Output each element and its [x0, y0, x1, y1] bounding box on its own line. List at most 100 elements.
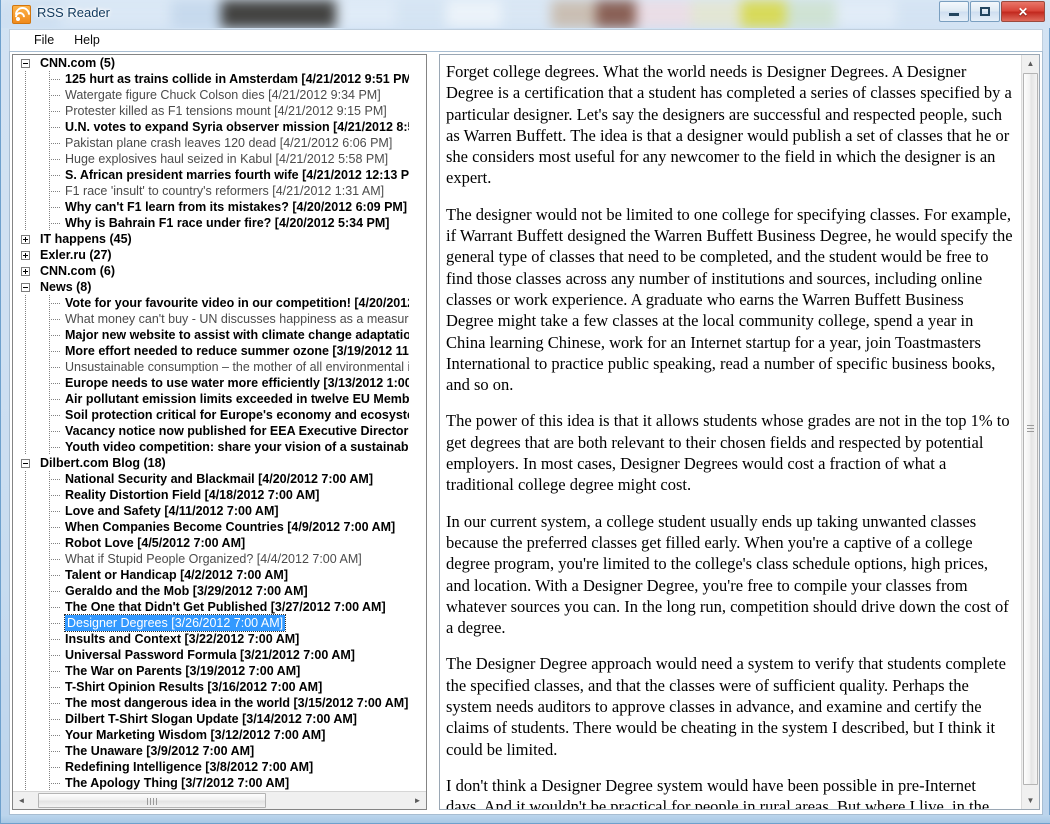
article-vscroll-thumb[interactable]: [1023, 73, 1038, 785]
expand-icon[interactable]: [21, 267, 30, 276]
collapse-icon[interactable]: [21, 59, 30, 68]
feed-item-row[interactable]: Dilbert T-Shirt Slogan Update [3/14/2012…: [13, 711, 409, 727]
tree-elbow-line: [49, 623, 60, 624]
menu-item-help[interactable]: Help: [64, 30, 110, 50]
tree-elbow-line: [49, 559, 60, 560]
feed-group-row[interactable]: News (8): [13, 279, 409, 295]
feed-item-list: 125 hurt as trains collide in Amsterdam …: [13, 71, 409, 231]
feed-item-row[interactable]: Europe needs to use water more efficient…: [13, 375, 409, 391]
tree-horizontal-scrollbar[interactable]: ◄ ►: [13, 791, 426, 809]
feed-item-list: National Security and Blackmail [4/20/20…: [13, 471, 409, 791]
feed-item-row[interactable]: What if Stupid People Organized? [4/4/20…: [13, 551, 409, 567]
tree-elbow-line: [49, 79, 60, 80]
menu-item-file[interactable]: File: [24, 30, 64, 50]
title-bar: RSS Reader ✕: [1, 0, 1050, 28]
tree-elbow-line: [49, 591, 60, 592]
feed-item-row[interactable]: Why can't F1 learn from its mistakes? [4…: [13, 199, 409, 215]
feed-item-row[interactable]: Talent or Handicap [4/2/2012 7:00 AM]: [13, 567, 409, 583]
close-button[interactable]: ✕: [1001, 1, 1045, 22]
tree-elbow-line: [49, 303, 60, 304]
feed-item-row[interactable]: What money can't buy - UN discusses happ…: [13, 311, 409, 327]
tree-hscroll-thumb[interactable]: [38, 793, 266, 808]
feed-item-title: U.N. votes to expand Syria observer miss…: [65, 120, 409, 134]
feed-group-row[interactable]: IT happens (45): [13, 231, 409, 247]
scroll-up-icon[interactable]: ▲: [1022, 55, 1039, 72]
expand-icon[interactable]: [21, 251, 30, 260]
feed-item-row[interactable]: Robot Love [4/5/2012 7:00 AM]: [13, 535, 409, 551]
feed-item-row[interactable]: Youth video competition: share your visi…: [13, 439, 409, 455]
feed-item-list: Vote for your favourite video in our com…: [13, 295, 409, 455]
feed-group-row[interactable]: Dilbert.com Blog (18): [13, 455, 409, 471]
tree-elbow-line: [49, 447, 60, 448]
feed-item-row[interactable]: Major new website to assist with climate…: [13, 327, 409, 343]
article-paragraph: The Designer Degree approach would need …: [446, 654, 1006, 759]
feed-group-label: CNN.com (5): [40, 56, 116, 70]
feed-item-row[interactable]: U.N. votes to expand Syria observer miss…: [13, 119, 409, 135]
feed-item-row[interactable]: The Apology Thing [3/7/2012 7:00 AM]: [13, 775, 409, 791]
feed-item-title: The Apology Thing [3/7/2012 7:00 AM]: [65, 776, 290, 790]
article-paragraph: Forget college degrees. What the world n…: [446, 62, 1012, 188]
feed-item-row[interactable]: Insults and Context [3/22/2012 7:00 AM]: [13, 631, 409, 647]
feed-item-row[interactable]: The most dangerous idea in the world [3/…: [13, 695, 409, 711]
feed-item-row[interactable]: Soil protection critical for Europe's ec…: [13, 407, 409, 423]
feed-item-title: What if Stupid People Organized? [4/4/20…: [65, 552, 362, 566]
scroll-down-icon[interactable]: ▼: [1022, 792, 1039, 809]
minimize-button[interactable]: [939, 1, 969, 22]
feed-item-title: Universal Password Formula [3/21/2012 7:…: [65, 648, 355, 662]
tree-elbow-line: [49, 495, 60, 496]
feed-item-row-selected[interactable]: Designer Degrees [3/26/2012 7:00 AM]: [13, 614, 409, 632]
feed-tree-panel: CNN.com (5) 125 hurt as trains collide in…: [12, 54, 427, 810]
feed-item-row[interactable]: 125 hurt as trains collide in Amsterdam …: [13, 71, 409, 87]
feed-item-title: Huge explosives haul seized in Kabul [4/…: [65, 152, 389, 166]
feed-item-row[interactable]: Huge explosives haul seized in Kabul [4/…: [13, 151, 409, 167]
feed-item-title: Major new website to assist with climate…: [65, 328, 409, 342]
tree-elbow-line: [49, 207, 60, 208]
feed-item-row[interactable]: Unsustainable consumption – the mother o…: [13, 359, 409, 375]
feed-item-row[interactable]: Universal Password Formula [3/21/2012 7:…: [13, 647, 409, 663]
close-icon: ✕: [1017, 4, 1029, 19]
feed-item-row[interactable]: Air pollutant emission limits exceeded i…: [13, 391, 409, 407]
feed-item-row[interactable]: When Companies Become Countries [4/9/201…: [13, 519, 409, 535]
feed-item-title: Unsustainable consumption – the mother o…: [65, 360, 409, 374]
feed-item-title: Air pollutant emission limits exceeded i…: [65, 392, 409, 406]
feed-item-row[interactable]: Geraldo and the Mob [3/29/2012 7:00 AM]: [13, 583, 409, 599]
tree-elbow-line: [49, 703, 60, 704]
feed-item-row[interactable]: Pakistan plane crash leaves 120 dead [4/…: [13, 135, 409, 151]
feed-item-row[interactable]: Redefining Intelligence [3/8/2012 7:00 A…: [13, 759, 409, 775]
tree-elbow-line: [49, 111, 60, 112]
feed-item-row[interactable]: Vacancy notice now published for EEA Exe…: [13, 423, 409, 439]
tree-elbow-line: [49, 575, 60, 576]
article-vertical-scrollbar[interactable]: ▲ ▼: [1021, 55, 1039, 809]
maximize-button[interactable]: [970, 1, 1000, 22]
feed-group-row[interactable]: Exler.ru (27): [13, 247, 409, 263]
feed-item-row[interactable]: More effort needed to reduce summer ozon…: [13, 343, 409, 359]
feed-item-row[interactable]: Vote for your favourite video in our com…: [13, 295, 409, 311]
feed-item-row[interactable]: The Unaware [3/9/2012 7:00 AM]: [13, 743, 409, 759]
scroll-left-icon[interactable]: ◄: [13, 792, 30, 809]
collapse-icon[interactable]: [21, 459, 30, 468]
window-title: RSS Reader: [37, 5, 110, 20]
feed-item-row[interactable]: The War on Parents [3/19/2012 7:00 AM]: [13, 663, 409, 679]
feed-item-row[interactable]: Reality Distortion Field [4/18/2012 7:00…: [13, 487, 409, 503]
feed-item-title: F1 race 'insult' to country's reformers …: [65, 184, 385, 198]
feed-item-row[interactable]: T-Shirt Opinion Results [3/16/2012 7:00 …: [13, 679, 409, 695]
feed-item-row[interactable]: National Security and Blackmail [4/20/20…: [13, 471, 409, 487]
client-area: CNN.com (5) 125 hurt as trains collide in…: [9, 51, 1043, 815]
scroll-right-icon[interactable]: ►: [409, 792, 426, 809]
feed-group-row[interactable]: CNN.com (5): [13, 55, 409, 71]
feed-item-row[interactable]: The One that Didn't Get Published [3/27/…: [13, 599, 409, 615]
feed-item-row[interactable]: Love and Safety [4/11/2012 7:00 AM]: [13, 503, 409, 519]
article-paragraph: In our current system, a college student…: [446, 511, 1009, 638]
feed-group-row[interactable]: CNN.com (6): [13, 263, 409, 279]
collapse-icon[interactable]: [21, 283, 30, 292]
article-content: Forget college degrees. What the world n…: [440, 55, 1022, 809]
pane-splitter[interactable]: [429, 54, 439, 810]
expand-icon[interactable]: [21, 235, 30, 244]
feed-item-row[interactable]: Protester killed as F1 tensions mount [4…: [13, 103, 409, 119]
feed-item-row[interactable]: S. African president marries fourth wife…: [13, 167, 409, 183]
feed-item-row[interactable]: Why is Bahrain F1 race under fire? [4/20…: [13, 215, 409, 231]
feed-tree[interactable]: CNN.com (5) 125 hurt as trains collide in…: [13, 55, 409, 791]
feed-item-row[interactable]: F1 race 'insult' to country's reformers …: [13, 183, 409, 199]
feed-item-row[interactable]: Your Marketing Wisdom [3/12/2012 7:00 AM…: [13, 727, 409, 743]
feed-item-row[interactable]: Watergate figure Chuck Colson dies [4/21…: [13, 87, 409, 103]
